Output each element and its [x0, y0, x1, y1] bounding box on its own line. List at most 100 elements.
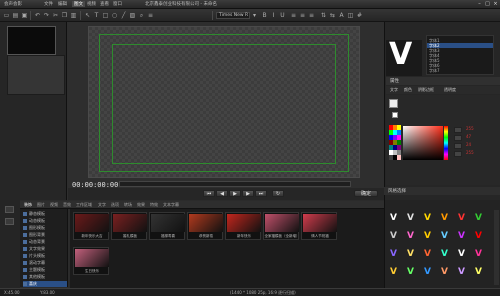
template-thumbnail[interactable]: 新年快乐	[225, 212, 261, 240]
loop-button[interactable]: ↻	[272, 190, 284, 197]
zoom-icon[interactable]: ⌕	[138, 12, 145, 19]
library-icon[interactable]	[5, 206, 14, 213]
tab-opacity[interactable]: 透明度	[444, 87, 456, 93]
tree-item[interactable]: 静态模板	[23, 211, 67, 217]
tab-decor[interactable]: 装饰	[24, 202, 32, 208]
template-thumbnail[interactable]: 福禄寿喜	[149, 212, 185, 240]
channel-checkbox[interactable]	[454, 143, 462, 149]
text-style-swatch[interactable]: V	[422, 248, 433, 261]
menu-file[interactable]: 文件	[44, 1, 53, 7]
save-icon[interactable]: ▣	[21, 12, 28, 19]
align-center-icon[interactable]: ≡	[299, 12, 306, 19]
text-style-swatch[interactable]: V	[422, 230, 433, 243]
chevron-down-icon[interactable]: ▾	[251, 12, 258, 19]
tab-subtitle[interactable]: 文本字幕	[163, 202, 179, 208]
text-style-swatch[interactable]: V	[405, 266, 416, 279]
color-swatch-grid[interactable]	[389, 125, 401, 160]
kerning-icon[interactable]: A	[338, 12, 345, 19]
text-tool-icon[interactable]: T	[93, 12, 100, 19]
green-value[interactable]: 47	[466, 134, 471, 139]
select-icon[interactable]: ↖	[84, 12, 91, 19]
text-style-swatch[interactable]: V	[422, 266, 433, 279]
tree-item-selected[interactable]: 喜庆	[23, 281, 67, 287]
menu-view[interactable]: 查看	[100, 1, 109, 7]
grid-icon[interactable]: #	[356, 12, 363, 19]
font-list-item[interactable]: 字体7	[427, 68, 493, 73]
ok-button[interactable]: 确定	[354, 190, 378, 197]
template-thumbnail[interactable]: 新年快乐大吉	[73, 212, 109, 240]
channel-checkbox[interactable]	[454, 135, 462, 141]
alpha-value[interactable]: 255	[466, 150, 474, 155]
align-icon[interactable]: ≡	[147, 12, 154, 19]
tab-options[interactable]: 选项	[111, 202, 119, 208]
template-thumbnail[interactable]: 婚礼模板	[111, 212, 147, 240]
underline-icon[interactable]: U	[279, 12, 286, 19]
menu-window[interactable]: 窗口	[113, 1, 122, 7]
tab-image[interactable]: 图片	[37, 202, 45, 208]
text-style-swatch[interactable]: V	[456, 230, 467, 243]
style-scrollbar[interactable]	[494, 210, 499, 285]
tab-shadow-border[interactable]: 阴影边框	[418, 87, 434, 93]
fill-color-swatch[interactable]	[389, 99, 398, 108]
tab-text[interactable]: 文字	[390, 87, 398, 93]
red-value[interactable]: 255	[466, 126, 474, 131]
text-style-swatch[interactable]: V	[405, 248, 416, 261]
template-thumbnail[interactable]: 恭贺新禧	[187, 212, 223, 240]
undo-icon[interactable]: ↶	[34, 12, 41, 19]
menu-edit[interactable]: 编辑	[58, 1, 67, 7]
step-forward-button[interactable]: ▶	[242, 190, 254, 197]
maximize-icon[interactable]: □	[484, 1, 491, 7]
tab-color[interactable]: 颜色	[404, 87, 412, 93]
rewind-button[interactable]: ⏮	[203, 190, 215, 197]
text-style-swatch[interactable]: V	[473, 248, 484, 261]
project-thumbnail[interactable]	[7, 26, 56, 55]
template-thumbnail[interactable]: 生日快乐	[73, 247, 109, 275]
tree-item[interactable]: 文字效果	[23, 246, 67, 252]
timeline-icon[interactable]	[5, 218, 14, 225]
text-style-swatch[interactable]: V	[439, 248, 450, 261]
paste-icon[interactable]: ▥	[70, 12, 77, 19]
font-select[interactable]: Times New R	[216, 12, 250, 19]
tree-item[interactable]: 动态模板	[23, 218, 67, 224]
align-right-icon[interactable]: ≡	[308, 12, 315, 19]
text-style-swatch[interactable]: V	[388, 266, 399, 279]
text-style-swatch[interactable]: V	[439, 266, 450, 279]
template-thumbnail[interactable]: 情人节祝福	[301, 212, 337, 240]
text-style-swatch[interactable]: V	[422, 212, 433, 225]
time-scrubber[interactable]	[119, 181, 351, 187]
horizontal-text-icon[interactable]: ⇆	[329, 12, 336, 19]
text-style-swatch[interactable]: V	[388, 248, 399, 261]
new-icon[interactable]: ▭	[3, 12, 10, 19]
text-style-swatch[interactable]: V	[439, 230, 450, 243]
ellipse-icon[interactable]: ○	[111, 12, 118, 19]
image-icon[interactable]: ▨	[129, 12, 136, 19]
menu-video[interactable]: 视频	[87, 1, 96, 7]
close-icon[interactable]: ×	[492, 1, 499, 7]
tab-transition[interactable]: 转场	[124, 202, 132, 208]
tree-item[interactable]: 片头模板	[23, 253, 67, 259]
text-style-swatch[interactable]: V	[388, 230, 399, 243]
tab-workspace[interactable]: 工作区域	[76, 202, 92, 208]
channel-checkbox[interactable]	[454, 127, 462, 133]
minimize-icon[interactable]: –	[476, 1, 483, 7]
text-style-swatch[interactable]: V	[388, 212, 399, 225]
layer-icon[interactable]: ◫	[347, 12, 354, 19]
tree-item[interactable]: 主题模板	[23, 267, 67, 273]
text-style-swatch[interactable]: V	[456, 248, 467, 261]
text-style-swatch[interactable]: V	[405, 230, 416, 243]
template-thumbnail[interactable]: 全家福模板（全新增）	[263, 212, 300, 240]
tab-sound[interactable]: 音效	[63, 202, 71, 208]
tab-fx[interactable]: 特效	[150, 202, 158, 208]
copy-icon[interactable]: ❐	[61, 12, 68, 19]
text-style-swatch[interactable]: V	[456, 266, 467, 279]
align-left-icon[interactable]: ≡	[290, 12, 297, 19]
play-button[interactable]: ▶	[229, 190, 241, 197]
tree-item[interactable]: 图形背景	[23, 232, 67, 238]
text-style-swatch[interactable]: V	[456, 212, 467, 225]
hue-slider[interactable]	[444, 126, 448, 160]
tab-video[interactable]: 视频	[50, 202, 58, 208]
tree-item[interactable]: 动态背景	[23, 239, 67, 245]
text-style-swatch[interactable]: V	[439, 212, 450, 225]
redo-icon[interactable]: ↷	[43, 12, 50, 19]
tree-item[interactable]: 其他模板	[23, 274, 67, 280]
